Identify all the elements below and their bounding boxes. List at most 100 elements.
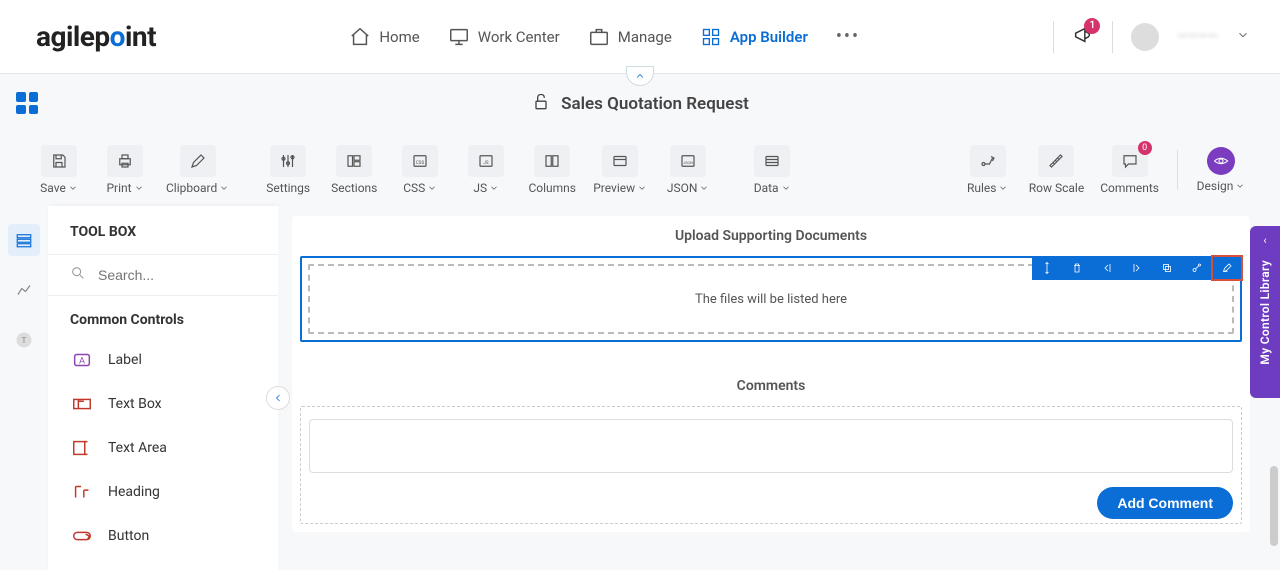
chevron-left-icon: ‹ <box>1263 234 1266 247</box>
toolbox-title: TOOL BOX <box>48 224 278 254</box>
columns-button[interactable]: Columns <box>523 139 581 201</box>
data-icon <box>754 145 790 177</box>
nav-label: Work Center <box>478 28 560 46</box>
my-control-library-tab[interactable]: ‹ My Control Library <box>1250 226 1280 398</box>
control-label-text: Text Area <box>108 440 167 456</box>
rail-analytics[interactable] <box>8 274 40 306</box>
comments-count: 0 <box>1138 141 1152 155</box>
comments-icon: 0 <box>1112 145 1148 177</box>
briefcase-icon <box>588 26 610 48</box>
nav-label: App Builder <box>730 28 808 46</box>
divider <box>1053 21 1054 53</box>
json-icon: JSON <box>670 145 706 177</box>
textbox-icon <box>70 392 94 416</box>
control-label-text: Heading <box>108 484 160 500</box>
element-move-button[interactable] <box>1032 256 1062 280</box>
sections-button[interactable]: Sections <box>325 139 383 201</box>
notifications-button[interactable]: 1 <box>1072 24 1094 50</box>
preview-icon <box>602 145 638 177</box>
home-icon <box>349 26 371 48</box>
add-comment-button[interactable]: Add Comment <box>1097 487 1233 519</box>
control-label-text: Label <box>108 352 142 368</box>
upload-area-selected[interactable]: The files will be listed here <box>300 256 1242 342</box>
js-icon: JS <box>468 145 504 177</box>
heading-icon <box>70 480 94 504</box>
scrollbar[interactable] <box>1270 466 1278 546</box>
rules-icon <box>970 145 1006 177</box>
css-button[interactable]: CSS CSS <box>391 139 449 201</box>
control-button[interactable]: Button <box>48 514 278 558</box>
clipboard-button[interactable]: Clipboard <box>162 139 233 201</box>
rules-button[interactable]: Rules <box>959 139 1017 201</box>
element-insert-left-button[interactable] <box>1092 256 1122 280</box>
css-icon: CSS <box>402 145 438 177</box>
element-edit-button[interactable] <box>1212 256 1242 280</box>
avatar[interactable] <box>1131 23 1159 51</box>
svg-text:JS: JS <box>484 160 489 166</box>
comments-section-title: Comments <box>300 366 1242 406</box>
nav-label: Manage <box>618 28 672 46</box>
element-insert-right-button[interactable] <box>1122 256 1152 280</box>
columns-icon <box>534 145 570 177</box>
save-icon <box>41 145 77 177</box>
search-icon <box>70 265 86 285</box>
data-button[interactable]: Data <box>743 139 801 201</box>
control-textarea[interactable]: Text Area <box>48 426 278 470</box>
user-menu-chevron[interactable] <box>1236 28 1250 46</box>
svg-text:T: T <box>22 336 27 346</box>
json-button[interactable]: JSON JSON <box>659 139 717 201</box>
element-copy-button[interactable] <box>1152 256 1182 280</box>
grid-icon <box>700 26 722 48</box>
page-title: Sales Quotation Request <box>561 94 749 114</box>
row-scale-button[interactable]: Row Scale <box>1025 139 1088 201</box>
design-button[interactable]: Design <box>1192 141 1250 199</box>
element-delete-button[interactable] <box>1062 256 1092 280</box>
notification-count: 1 <box>1084 18 1100 34</box>
settings-button[interactable]: Settings <box>259 139 317 201</box>
pencil-icon <box>180 145 216 177</box>
comments-textarea[interactable] <box>309 419 1233 473</box>
save-button[interactable]: Save <box>30 139 88 201</box>
preview-button[interactable]: Preview <box>589 139 651 201</box>
nav-manage[interactable]: Manage <box>588 26 672 48</box>
user-name: ———— <box>1177 29 1218 44</box>
divider <box>1177 150 1178 190</box>
print-icon <box>107 145 143 177</box>
comments-button[interactable]: 0 Comments <box>1096 139 1163 201</box>
js-button[interactable]: JS JS <box>457 139 515 201</box>
side-tab-label: My Control Library <box>1258 260 1272 365</box>
sections-icon <box>336 145 372 177</box>
textarea-icon <box>70 436 94 460</box>
svg-text:A: A <box>79 357 85 367</box>
control-heading[interactable]: Heading <box>48 470 278 514</box>
sliders-icon <box>270 145 306 177</box>
print-button[interactable]: Print <box>96 139 154 201</box>
svg-text:CSS: CSS <box>416 160 425 166</box>
nav-work-center[interactable]: Work Center <box>448 26 560 48</box>
toolbox-collapse-button[interactable] <box>266 386 290 410</box>
upload-section-title: Upload Supporting Documents <box>292 216 1250 256</box>
monitor-icon <box>448 26 470 48</box>
control-label-text: Button <box>108 528 149 544</box>
nav-more[interactable]: ••• <box>836 26 860 47</box>
nav-app-builder[interactable]: App Builder <box>700 26 808 48</box>
controls-section-label: Common Controls <box>48 296 278 338</box>
divider <box>1112 21 1113 53</box>
apps-grid-button[interactable] <box>16 92 40 116</box>
logo: agilepoint <box>36 20 156 53</box>
button-icon <box>70 524 94 548</box>
label-icon: A <box>70 348 94 372</box>
element-link-button[interactable] <box>1182 256 1212 280</box>
eye-icon <box>1207 147 1235 175</box>
lock-open-icon <box>531 92 551 117</box>
control-textbox[interactable]: Text Box <box>48 382 278 426</box>
svg-text:JSON: JSON <box>683 161 693 165</box>
nav-home[interactable]: Home <box>349 26 419 48</box>
rail-text[interactable]: T <box>8 324 40 356</box>
search-input[interactable] <box>70 255 256 295</box>
rail-controls[interactable] <box>8 224 40 256</box>
control-label[interactable]: A Label <box>48 338 278 382</box>
ruler-icon <box>1038 145 1074 177</box>
nav-label: Home <box>379 28 419 46</box>
control-label-text: Text Box <box>108 396 162 412</box>
